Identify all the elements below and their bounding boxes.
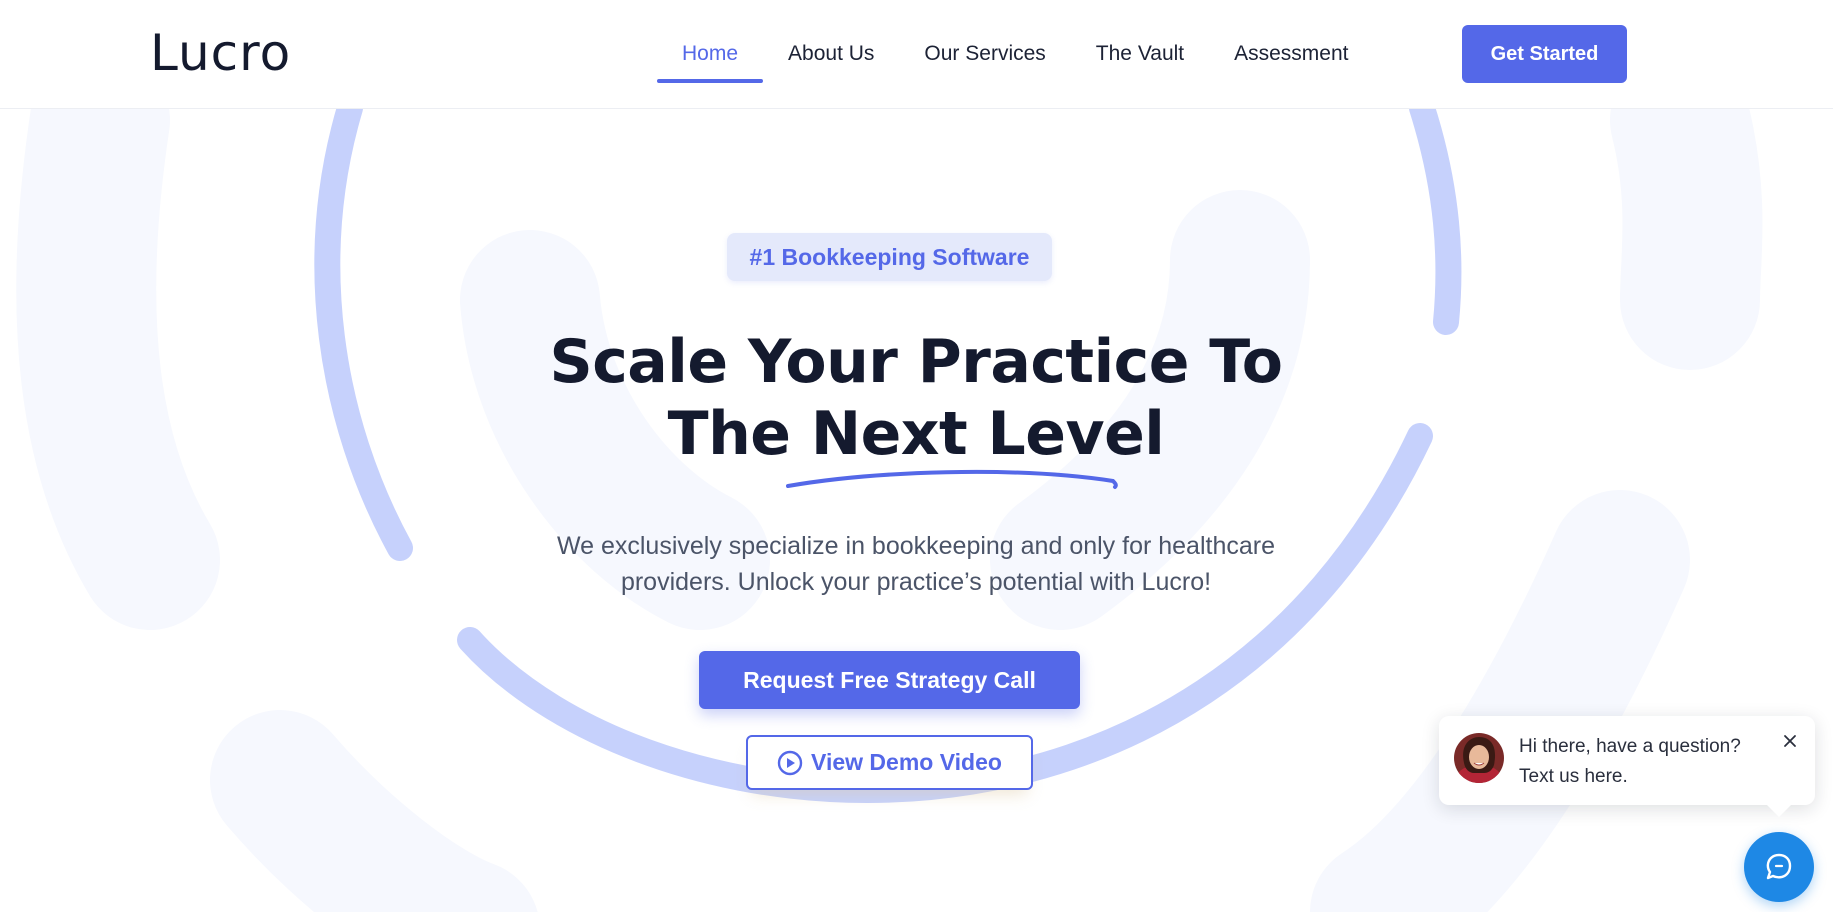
nav-about-us[interactable]: About Us <box>763 0 899 108</box>
chat-bubble-icon <box>1766 853 1792 880</box>
chat-message-line-2: Text us here. <box>1519 766 1628 787</box>
view-demo-video-label: View Demo Video <box>811 749 1002 775</box>
chat-agent-avatar <box>1454 733 1504 783</box>
view-demo-video-button[interactable]: View Demo Video <box>746 735 1033 790</box>
main-nav: Home About Us Our Services The Vault Ass… <box>657 0 1374 108</box>
hero-title-line-1: Scale Your Practice To <box>549 327 1283 397</box>
play-circle-icon <box>777 750 803 775</box>
hero-title: Scale Your Practice To The Next Level <box>366 326 1466 470</box>
title-underline-swash <box>786 469 1118 489</box>
hero-title-highlight: Next Level <box>810 399 1165 469</box>
hero-subtitle-line-2: providers. Unlock your practice’s potent… <box>620 568 1212 596</box>
nav-the-vault[interactable]: The Vault <box>1071 0 1209 108</box>
hero-subtitle-line-1: We exclusively specialize in bookkeeping… <box>556 532 1275 560</box>
nav-assessment[interactable]: Assessment <box>1209 0 1373 108</box>
get-started-button[interactable]: Get Started <box>1462 25 1627 83</box>
hero-title-plain: The <box>667 399 811 469</box>
nav-our-services[interactable]: Our Services <box>899 0 1070 108</box>
site-header: Lucro Home About Us Our Services The Vau… <box>0 0 1833 109</box>
hero-subtitle: We exclusively specialize in bookkeeping… <box>466 528 1366 600</box>
nav-home[interactable]: Home <box>657 0 764 108</box>
request-strategy-call-button[interactable]: Request Free Strategy Call <box>699 651 1080 709</box>
hero-badge: #1 Bookkeeping Software <box>727 233 1052 281</box>
logo[interactable]: Lucro <box>150 22 291 84</box>
chat-popup[interactable]: Hi there, have a question? Text us here. <box>1439 716 1815 817</box>
chat-message: Hi there, have a question? Text us here. <box>1519 732 1769 792</box>
agent-photo-icon <box>1454 733 1504 783</box>
page: Lucro Home About Us Our Services The Vau… <box>0 0 1833 912</box>
chat-message-line-1: Hi there, have a question? <box>1519 736 1741 757</box>
hero-title-line-2: The Next Level <box>366 398 1466 470</box>
chat-launcher-button[interactable] <box>1744 832 1814 902</box>
close-icon[interactable] <box>1781 732 1799 750</box>
